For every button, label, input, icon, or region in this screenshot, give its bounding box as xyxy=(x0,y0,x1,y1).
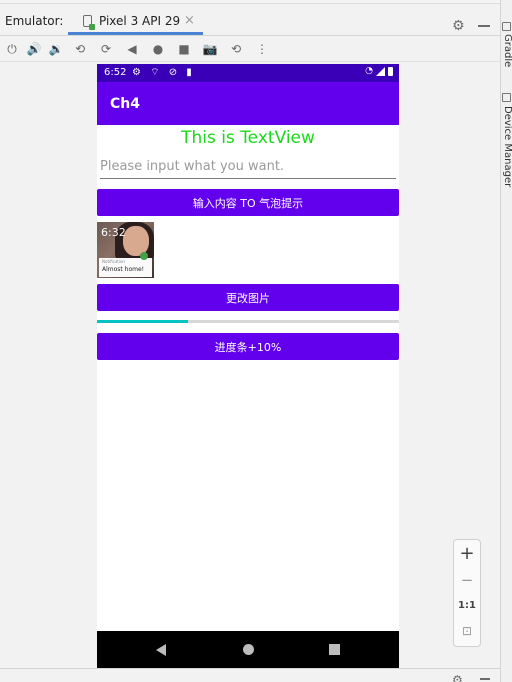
nav-home-icon[interactable] xyxy=(243,644,254,655)
device-tab[interactable]: Pixel 3 API 29 × xyxy=(68,6,203,35)
bottom-bar xyxy=(0,668,500,682)
change-image-button[interactable]: 更改图片 xyxy=(97,284,399,311)
progress-bar xyxy=(97,320,399,323)
screenshot-icon[interactable]: 📷 xyxy=(202,41,218,57)
image-view: 6:32 Notification Almost home! xyxy=(97,222,154,278)
toast-button[interactable]: 输入内容 TO 气泡提示 xyxy=(97,189,399,216)
nav-recents-icon[interactable] xyxy=(329,644,340,655)
volume-down-icon[interactable]: 🔉 xyxy=(48,41,64,57)
app-title: Ch4 xyxy=(110,96,140,112)
text-view: This is TextView xyxy=(181,128,315,148)
battery-icon xyxy=(388,67,393,76)
rotate-right-icon[interactable]: ⟳ xyxy=(98,41,114,57)
gradle-tab[interactable]: Gradle xyxy=(502,34,512,67)
image-card-small: Notification xyxy=(102,259,125,264)
gradle-icon[interactable] xyxy=(502,22,511,31)
zoom-in-icon[interactable]: + xyxy=(454,543,480,564)
volume-up-icon[interactable]: 🔊 xyxy=(26,41,42,57)
image-card-text: Almost home! xyxy=(102,266,145,273)
app-bar: Ch4 xyxy=(97,82,399,125)
status-right-icons: ◔ xyxy=(365,67,393,76)
fit-screen-icon[interactable]: ⊡ xyxy=(454,624,480,638)
progress-increase-button[interactable]: 进度条+10% xyxy=(97,333,399,360)
actual-size-button[interactable]: 1:1 xyxy=(454,600,480,611)
nav-back-icon[interactable] xyxy=(156,644,166,656)
top-divider xyxy=(0,0,500,4)
more-icon[interactable]: ⋮ xyxy=(254,41,270,57)
device-icon xyxy=(83,15,95,30)
status-bar: 6:52 ⚙ ⌔ ⊘ ▮ ◔ xyxy=(97,64,399,82)
bottom-gear-icon[interactable]: ⚙ xyxy=(452,673,463,682)
emulator-tab-bar: Emulator: Pixel 3 API 29 × ⚙ xyxy=(0,6,500,36)
emulator-label: Emulator: xyxy=(5,14,64,28)
gear-icon[interactable]: ⚙ xyxy=(452,18,465,34)
home-icon[interactable]: ● xyxy=(150,41,166,57)
device-tab-label: Pixel 3 API 29 xyxy=(99,14,181,28)
close-icon[interactable]: × xyxy=(184,13,195,28)
input-field[interactable]: Please input what you want. xyxy=(100,158,396,179)
back-icon[interactable]: ◀ xyxy=(124,41,140,57)
right-tool-rail xyxy=(500,0,512,682)
overview-icon[interactable]: ■ xyxy=(176,41,192,57)
device-manager-tab[interactable]: Device Manager xyxy=(502,106,512,187)
notification-icons: ⚙ ⌔ ⊘ ▮ xyxy=(132,67,195,78)
power-icon[interactable]: ⏻ xyxy=(4,41,20,57)
device-manager-icon[interactable] xyxy=(502,93,511,102)
wifi-icon: ◔ xyxy=(365,66,373,76)
bottom-minimize-icon[interactable] xyxy=(480,678,490,680)
snapshot-icon[interactable]: ⟲ xyxy=(228,41,244,57)
status-time: 6:52 xyxy=(104,67,127,78)
signal-icon xyxy=(376,67,385,76)
image-time: 6:32 xyxy=(101,226,126,239)
emulator-toolbar: ⏻ 🔊 🔉 ⟲ ⟳ ◀ ● ■ 📷 ⟲ ⋮ xyxy=(0,37,500,62)
navigation-bar xyxy=(97,631,399,668)
minimize-icon[interactable] xyxy=(478,25,490,27)
ide-window: Emulator: Pixel 3 API 29 × ⚙ ⏻ 🔊 🔉 ⟲ ⟳ ◀… xyxy=(0,0,512,682)
rotate-left-icon[interactable]: ⟲ xyxy=(72,41,88,57)
image-badge xyxy=(140,252,148,260)
device-screen[interactable]: 6:52 ⚙ ⌔ ⊘ ▮ ◔ Ch4 This is TextView Plea… xyxy=(97,64,399,668)
progress-fill xyxy=(97,320,188,323)
zoom-panel: + − 1:1 ⊡ xyxy=(453,539,481,647)
zoom-out-icon[interactable]: − xyxy=(454,571,480,589)
